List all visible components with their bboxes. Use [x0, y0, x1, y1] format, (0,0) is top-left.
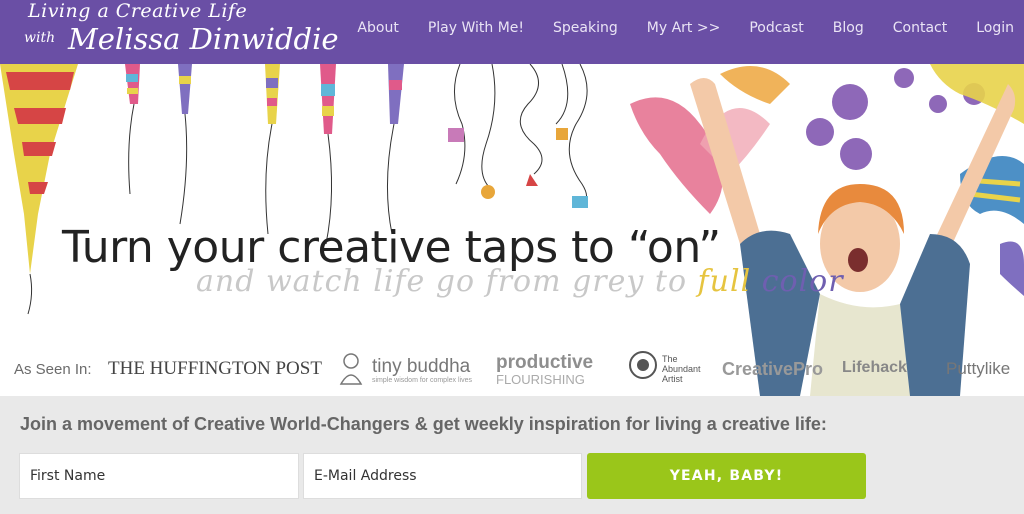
abundant-artist-logo: The Abundant Artist: [662, 354, 701, 384]
squiggle-doodles: [448, 64, 588, 208]
hero-sub-color: color: [761, 264, 844, 299]
logo-tagline: Living a Creative Life: [28, 0, 248, 22]
nav-podcast[interactable]: Podcast: [749, 20, 803, 36]
nav-speaking[interactable]: Speaking: [553, 20, 618, 36]
nav-play-with-me[interactable]: Play With Me!: [428, 20, 524, 36]
hero-sub-full: full: [697, 264, 752, 299]
email-input[interactable]: [303, 453, 582, 499]
hero-subheadline: and watch life go from grey to full colo…: [196, 264, 844, 299]
signup-heading: Join a movement of Creative World-Change…: [20, 414, 827, 434]
creativepro-logo: CreativePro: [722, 359, 824, 379]
site-logo[interactable]: Living a Creative Life with Melissa Dinw…: [22, 0, 339, 64]
abundant-artist-icon: [629, 351, 657, 379]
productive-flourishing-sub: FLOURISHING: [496, 372, 585, 387]
nav-contact[interactable]: Contact: [893, 20, 947, 36]
top-nav-bar: Living a Creative Life with Melissa Dinw…: [0, 0, 1024, 64]
hero-banner: Turn your creative taps to “on” and watc…: [0, 64, 1024, 396]
lifehack-logo: Lifehack: [842, 359, 907, 376]
nav-about[interactable]: About: [357, 20, 398, 36]
logo-name: Melissa Dinwiddie: [68, 22, 339, 56]
newsletter-signup: Join a movement of Creative World-Change…: [0, 396, 1024, 514]
as-seen-in-bar: As Seen In: THE HUFFINGTON POST tiny bud…: [0, 344, 1024, 396]
tiny-buddha-tagline: simple wisdom for complex lives: [372, 377, 472, 384]
buddha-icon: [339, 353, 363, 385]
hero-sub-space: [751, 264, 762, 299]
nav-login[interactable]: Login: [976, 20, 1014, 36]
productive-flourishing-logo: productive: [496, 352, 594, 373]
main-menu: About Play With Me! Speaking My Art >> P…: [328, 0, 1024, 56]
first-name-input[interactable]: [19, 453, 299, 499]
hero-sub-text: and watch life go from grey to: [196, 264, 698, 299]
nav-blog[interactable]: Blog: [833, 20, 864, 36]
as-seen-in-label: As Seen In:: [14, 361, 92, 378]
huffington-post-logo: THE HUFFINGTON POST: [108, 358, 322, 379]
nav-my-art[interactable]: My Art >>: [647, 20, 721, 36]
signup-submit-button[interactable]: YEAH, BABY!: [587, 453, 866, 499]
tiny-buddha-logo: tiny buddha: [372, 356, 471, 377]
puttylike-logo: Puttylike: [946, 359, 1011, 378]
logo-with: with: [24, 30, 56, 46]
